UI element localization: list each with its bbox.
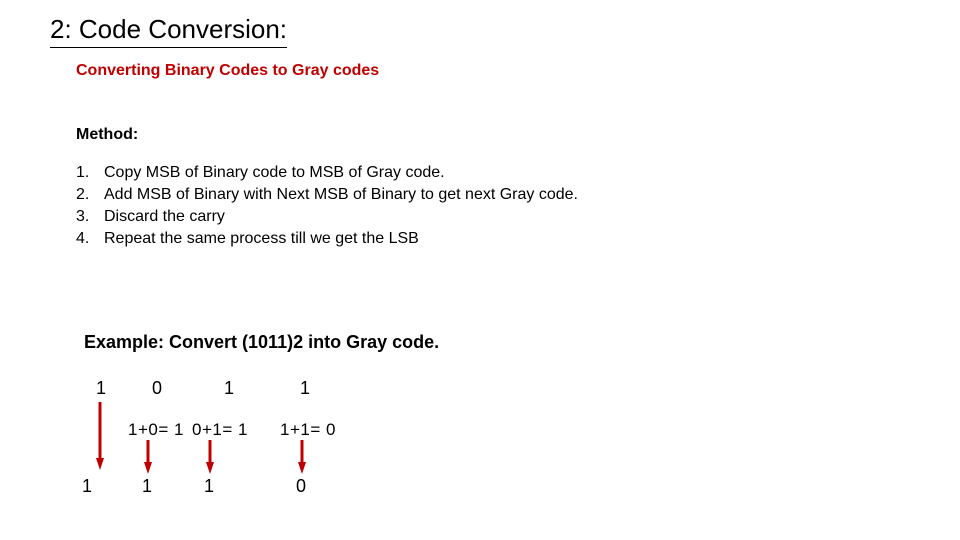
- step-number: 3.: [76, 206, 104, 228]
- binary-bit-0: 1: [96, 378, 106, 399]
- binary-bit-3: 1: [300, 378, 310, 399]
- list-item: 1.Copy MSB of Binary code to MSB of Gray…: [76, 162, 578, 184]
- gray-bit-1: 1: [142, 476, 152, 497]
- page-title: 2: Code Conversion:: [50, 14, 287, 48]
- step-text: Add MSB of Binary with Next MSB of Binar…: [104, 184, 578, 206]
- step-number: 2.: [76, 184, 104, 206]
- step-number: 1.: [76, 162, 104, 184]
- binary-bit-1: 0: [152, 378, 162, 399]
- arrow-down-icon: [96, 402, 110, 472]
- step-text: Copy MSB of Binary code to MSB of Gray c…: [104, 162, 445, 184]
- list-item: 4.Repeat the same process till we get th…: [76, 228, 578, 250]
- calc-3: 1+1= 0: [280, 420, 336, 440]
- gray-bit-3: 0: [296, 476, 306, 497]
- list-item: 3.Discard the carry: [76, 206, 578, 228]
- arrow-down-icon: [298, 440, 312, 476]
- gray-bit-0: 1: [82, 476, 92, 497]
- method-steps: 1.Copy MSB of Binary code to MSB of Gray…: [76, 162, 578, 250]
- gray-bit-2: 1: [204, 476, 214, 497]
- binary-bit-2: 1: [224, 378, 234, 399]
- calc-2: 0+1= 1: [192, 420, 248, 440]
- list-item: 2.Add MSB of Binary with Next MSB of Bin…: [76, 184, 578, 206]
- step-text: Discard the carry: [104, 206, 225, 228]
- step-text: Repeat the same process till we get the …: [104, 228, 419, 250]
- calc-1: 1+0= 1: [128, 420, 184, 440]
- method-label: Method:: [76, 126, 138, 144]
- arrow-down-icon: [144, 440, 158, 476]
- example-label: Example: Convert (1011)2 into Gray code.: [84, 332, 439, 353]
- subtitle: Converting Binary Codes to Gray codes: [76, 62, 379, 80]
- arrow-down-icon: [206, 440, 220, 476]
- step-number: 4.: [76, 228, 104, 250]
